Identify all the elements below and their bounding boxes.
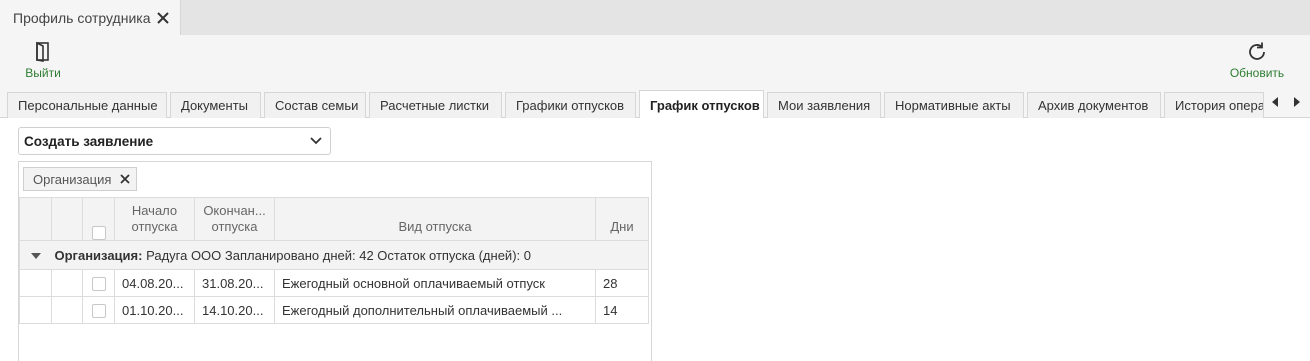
group-by-chip-label: Организация <box>33 171 112 187</box>
header-days[interactable]: Дни <box>595 197 649 241</box>
tab-regulations[interactable]: Нормативные акты <box>884 92 1024 118</box>
group-row[interactable]: Организация: Радуга ООО Запланировано дн… <box>19 240 649 270</box>
group-value: Радуга ООО Запланировано дней: 42 Остато… <box>146 247 531 263</box>
tab-my-applications[interactable]: Мои заявления <box>767 92 881 118</box>
header-vacation-type[interactable]: Вид отпуска <box>274 197 596 241</box>
row-select[interactable] <box>82 296 115 324</box>
group-toggle[interactable] <box>19 240 52 270</box>
row-checkbox[interactable] <box>91 303 106 318</box>
create-application-value: Создать заявление <box>24 133 154 149</box>
close-icon[interactable] <box>156 11 170 25</box>
collapse-triangle-icon <box>30 253 41 260</box>
arrow-right-icon <box>1294 97 1300 107</box>
cell-vacation-type: Ежегодный дополнительный оплачиваемый ..… <box>274 296 596 324</box>
table-row[interactable]: 04.08.20... 31.08.20... Ежегодный основн… <box>19 269 649 297</box>
header-spacer <box>51 197 83 241</box>
tab-personal-data[interactable]: Персональные данные <box>7 92 167 118</box>
tabs-scroll-left[interactable] <box>1264 91 1286 113</box>
table-row[interactable]: 01.10.20... 14.10.20... Ежегодный дополн… <box>19 296 649 324</box>
content-area: Создать заявление Организация Начало отпу <box>0 118 1310 361</box>
tab-payslips[interactable]: Расчетные листки <box>369 92 502 118</box>
header-start-line1: Начало <box>131 203 178 218</box>
group-row-text: Организация: Радуга ООО Запланировано дн… <box>51 240 649 270</box>
tab-family[interactable]: Состав семьи <box>264 92 366 118</box>
document-tab-title: Профиль сотрудника <box>13 9 151 26</box>
vacation-table: Начало отпуска Окончан... отпуска Вид отпу… <box>19 197 649 324</box>
cell-start: 04.08.20... <box>114 269 195 297</box>
select-all-checkbox[interactable] <box>91 225 106 240</box>
exit-door-icon <box>36 41 49 62</box>
toolbar: Выйти Обновить <box>0 35 1310 86</box>
document-tab-bar: Профиль сотрудника <box>0 0 1310 35</box>
row-checkbox[interactable] <box>91 276 106 291</box>
exit-label: Выйти <box>25 66 61 80</box>
group-field-label: Организация: <box>54 247 143 263</box>
cell-days: 14 <box>595 296 649 324</box>
header-select-all[interactable] <box>82 197 115 241</box>
row-spacer <box>51 269 83 297</box>
header-end[interactable]: Окончан... отпуска <box>194 197 275 241</box>
row-spacer <box>51 296 83 324</box>
cell-end: 14.10.20... <box>194 296 275 324</box>
tabs-scroll-right[interactable] <box>1286 91 1308 113</box>
tab-vacation-schedules[interactable]: Графики отпусков <box>505 92 636 118</box>
create-application-select[interactable]: Создать заявление <box>18 127 331 155</box>
cell-end: 31.08.20... <box>194 269 275 297</box>
cell-vacation-type: Ежегодный основной оплачиваемый отпуск <box>274 269 596 297</box>
header-start-line2: отпуска <box>131 219 178 234</box>
chevron-down-icon <box>310 137 322 145</box>
vacation-grid: Организация Начало отпуска Окончан... отпу… <box>18 161 652 361</box>
cell-start: 01.10.20... <box>114 296 195 324</box>
refresh-button[interactable]: Обновить <box>1226 35 1288 86</box>
arrow-left-icon <box>1272 97 1278 107</box>
row-select[interactable] <box>82 269 115 297</box>
table-header-row: Начало отпуска Окончан... отпуска Вид отпу… <box>19 197 649 241</box>
tab-document-archive[interactable]: Архив документов <box>1027 92 1161 118</box>
exit-button[interactable]: Выйти <box>20 35 66 86</box>
section-tabs: Персональные данные Документы Состав сем… <box>0 86 1310 119</box>
row-indent <box>19 296 52 324</box>
tab-operations-history[interactable]: История операций <box>1164 92 1264 118</box>
header-end-line2: отпуска <box>211 219 258 234</box>
group-by-chip[interactable]: Организация <box>23 167 138 191</box>
tab-documents[interactable]: Документы <box>170 92 261 118</box>
refresh-label: Обновить <box>1229 66 1285 80</box>
document-tab-employee-profile[interactable]: Профиль сотрудника <box>0 0 181 35</box>
close-icon[interactable] <box>120 174 131 184</box>
header-start[interactable]: Начало отпуска <box>114 197 195 241</box>
cell-days: 28 <box>595 269 649 297</box>
refresh-icon <box>1249 42 1265 60</box>
row-indent <box>19 269 52 297</box>
tab-vacation-schedule[interactable]: График отпусков <box>639 90 764 119</box>
header-end-line1: Окончан... <box>203 203 266 218</box>
header-group-spacer <box>19 197 52 241</box>
